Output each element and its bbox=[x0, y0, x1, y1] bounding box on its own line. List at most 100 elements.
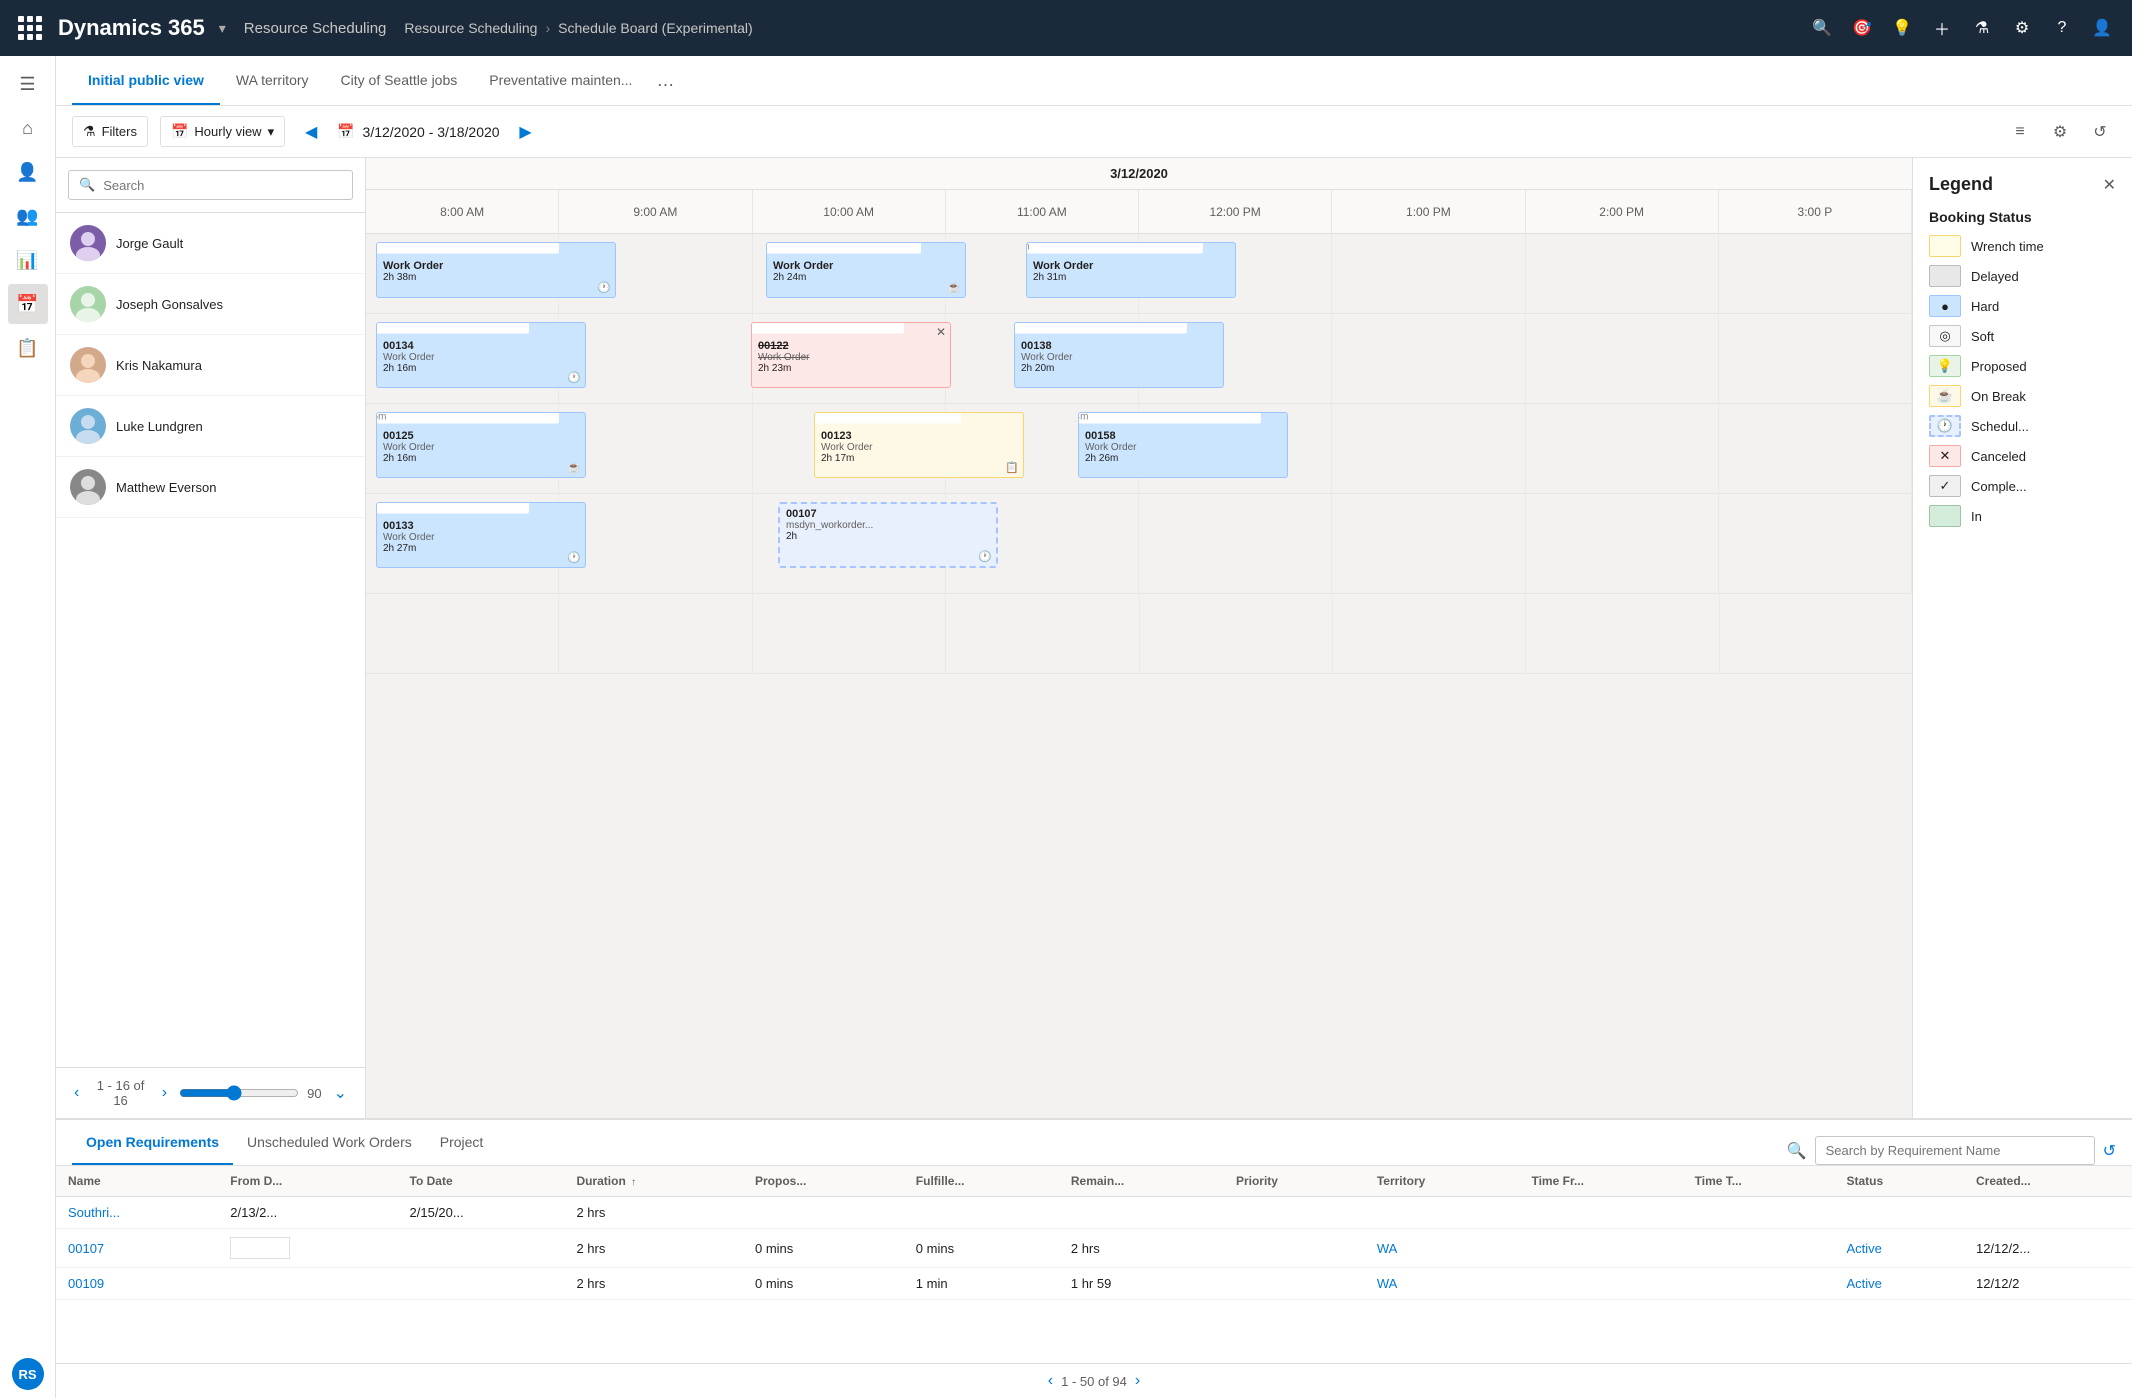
resource-row[interactable]: Jorge Gault bbox=[56, 213, 365, 274]
col-territory[interactable]: Territory bbox=[1365, 1166, 1520, 1197]
prev-date-button[interactable]: ◀ bbox=[297, 118, 325, 146]
grid-cell bbox=[1139, 494, 1332, 593]
legend-close-icon[interactable]: ✕ bbox=[2103, 175, 2116, 195]
legend-swatch-delayed bbox=[1929, 265, 1961, 287]
booking-block[interactable]: 11m Work Order 2h 31m bbox=[1026, 242, 1236, 298]
sidebar-chart[interactable]: 📊 bbox=[8, 240, 48, 280]
settings-gear-icon[interactable]: ⚙ bbox=[2044, 116, 2076, 148]
sidebar-profile[interactable]: 👤 bbox=[8, 152, 48, 192]
sidebar-list[interactable]: 📋 bbox=[8, 328, 48, 368]
resource-row[interactable]: Kris Nakamura bbox=[56, 335, 365, 396]
filters-button[interactable]: ⚗ Filters bbox=[72, 116, 148, 147]
sidebar-hamburger[interactable]: ☰ bbox=[8, 64, 48, 104]
col-name[interactable]: Name bbox=[56, 1166, 218, 1197]
resource-list: Jorge Gault Joseph Gonsalves Kris Nakamu… bbox=[56, 213, 365, 1067]
col-duration[interactable]: Duration ↑ bbox=[564, 1166, 743, 1197]
requirement-name-link[interactable]: Southri... bbox=[68, 1205, 120, 1220]
search-icon[interactable]: 🔍 bbox=[1804, 10, 1840, 46]
requirement-name-link[interactable]: 00107 bbox=[68, 1241, 104, 1256]
sidebar-calendar[interactable]: 📅 bbox=[8, 284, 48, 324]
search-input[interactable] bbox=[103, 178, 342, 193]
tab-initial-public-view[interactable]: Initial public view bbox=[72, 57, 220, 105]
territory-link[interactable]: WA bbox=[1377, 1276, 1397, 1291]
requirement-search-input[interactable] bbox=[1815, 1136, 2095, 1165]
col-status[interactable]: Status bbox=[1834, 1166, 1964, 1197]
brand-chevron-icon[interactable]: ▾ bbox=[219, 20, 226, 37]
booking-block[interactable]: 14m 00158 Work Order 2h 26m bbox=[1078, 412, 1288, 478]
tab-more-icon[interactable]: … bbox=[648, 70, 682, 91]
search-icon-bottom: 🔍 bbox=[1787, 1141, 1807, 1161]
tab-city-of-seattle[interactable]: City of Seattle jobs bbox=[325, 57, 474, 105]
resource-row[interactable]: Joseph Gonsalves bbox=[56, 274, 365, 335]
help-icon[interactable]: ? bbox=[2044, 10, 2080, 46]
grid-cell bbox=[1526, 234, 1719, 314]
legend-label: Wrench time bbox=[1971, 239, 2044, 254]
col-remaining[interactable]: Remain... bbox=[1059, 1166, 1224, 1197]
booking-block[interactable]: 23m 00138 Work Order 2h 20m bbox=[1014, 322, 1224, 388]
next-bottom-page-button[interactable]: › bbox=[1135, 1372, 1140, 1390]
resource-name: Joseph Gonsalves bbox=[116, 297, 223, 312]
plus-icon[interactable]: ＋ bbox=[1924, 10, 1960, 46]
settings-icon[interactable]: ⚙ bbox=[2004, 10, 2040, 46]
grid-cell bbox=[1332, 494, 1525, 593]
target-icon[interactable]: 🎯 bbox=[1844, 10, 1880, 46]
close-icon[interactable]: ✕ bbox=[936, 325, 946, 339]
tab-preventative[interactable]: Preventative mainten... bbox=[473, 57, 648, 105]
tab-wa-territory[interactable]: WA territory bbox=[220, 57, 325, 105]
tab-open-requirements[interactable]: Open Requirements bbox=[72, 1121, 233, 1165]
legend-section-title: Booking Status bbox=[1929, 209, 2116, 225]
resource-row[interactable]: Matthew Everson bbox=[56, 457, 365, 518]
table-cell: 12/12/2... bbox=[1964, 1229, 2132, 1268]
booking-block[interactable]: 16m 00125 Work Order 2h 16m ☕ bbox=[376, 412, 586, 478]
filter-funnel-icon: ⚗ bbox=[83, 123, 96, 140]
tab-project[interactable]: Project bbox=[426, 1121, 498, 1165]
territory-link[interactable]: WA bbox=[1377, 1241, 1397, 1256]
sidebar-group[interactable]: 👥 bbox=[8, 196, 48, 236]
col-from[interactable]: From D... bbox=[218, 1166, 397, 1197]
nav-module-label[interactable]: Resource Scheduling bbox=[244, 20, 387, 37]
next-date-button[interactable]: ▶ bbox=[512, 118, 540, 146]
tab-unscheduled-work-orders[interactable]: Unscheduled Work Orders bbox=[233, 1121, 426, 1165]
user-icon[interactable]: 👤 bbox=[2084, 10, 2120, 46]
grid-cell bbox=[559, 594, 752, 674]
refresh-icon[interactable]: ↺ bbox=[2084, 116, 2116, 148]
list-view-icon[interactable]: ≡ bbox=[2004, 116, 2036, 148]
lightbulb-icon[interactable]: 💡 bbox=[1884, 10, 1920, 46]
col-time-to[interactable]: Time T... bbox=[1683, 1166, 1835, 1197]
collapse-button[interactable]: ⌄ bbox=[330, 1079, 351, 1107]
prev-bottom-page-button[interactable]: ‹ bbox=[1048, 1372, 1053, 1390]
status-link[interactable]: Active bbox=[1846, 1276, 1881, 1291]
requirement-name-link[interactable]: 00109 bbox=[68, 1276, 104, 1291]
search-box[interactable]: 🔍 bbox=[68, 170, 353, 200]
booking-block[interactable]: 1h 07m 00123 Work Order 2h 17m 📋 bbox=[814, 412, 1024, 478]
booking-block[interactable]: 00107 msdyn_workorder... 2h 🕐 11:30 AM -… bbox=[778, 502, 998, 568]
booking-block[interactable]: 58m 00133 Work Order 2h 27m 🕐 bbox=[376, 502, 586, 568]
booking-block[interactable]: 39m Work Order 2h 38m 🕐 bbox=[376, 242, 616, 298]
table-row: 00107 2 hrs 0 mins 0 mins 2 hrs WA Activ… bbox=[56, 1229, 2132, 1268]
refresh-requirements-button[interactable]: ↺ bbox=[2103, 1141, 2116, 1161]
col-created[interactable]: Created... bbox=[1964, 1166, 2132, 1197]
booking-block[interactable]: 59m 00134 Work Order 2h 16m 🕐 bbox=[376, 322, 586, 388]
col-time-from[interactable]: Time Fr... bbox=[1519, 1166, 1682, 1197]
grid-cell bbox=[1333, 594, 1526, 674]
avatar[interactable]: RS bbox=[12, 1358, 44, 1390]
booking-block[interactable]: 36m Work Order 2h 24m ☕ bbox=[766, 242, 966, 298]
app-grid-icon[interactable] bbox=[12, 10, 48, 46]
toolbar-right: ≡ ⚙ ↺ bbox=[2004, 116, 2116, 148]
status-link[interactable]: Active bbox=[1846, 1241, 1881, 1256]
col-proposed[interactable]: Propos... bbox=[743, 1166, 904, 1197]
col-to[interactable]: To Date bbox=[398, 1166, 565, 1197]
legend-label: Canceled bbox=[1971, 449, 2026, 464]
col-fulfilled[interactable]: Fulfille... bbox=[904, 1166, 1059, 1197]
next-page-button[interactable]: › bbox=[158, 1080, 171, 1106]
filter-icon[interactable]: ⚗ bbox=[1964, 10, 2000, 46]
sidebar-home[interactable]: ⌂ bbox=[8, 108, 48, 148]
breadcrumb-item-1[interactable]: Resource Scheduling bbox=[404, 20, 537, 36]
table-cell: 1 min bbox=[904, 1268, 1059, 1300]
hourly-view-button[interactable]: 📅 Hourly view ▾ bbox=[160, 116, 285, 147]
col-priority[interactable]: Priority bbox=[1224, 1166, 1365, 1197]
booking-block[interactable]: 52m 00122 Work Order 2h 23m ✕ bbox=[751, 322, 951, 388]
prev-page-button[interactable]: ‹ bbox=[70, 1080, 83, 1106]
zoom-slider[interactable] bbox=[179, 1085, 299, 1101]
resource-row[interactable]: Luke Lundgren bbox=[56, 396, 365, 457]
